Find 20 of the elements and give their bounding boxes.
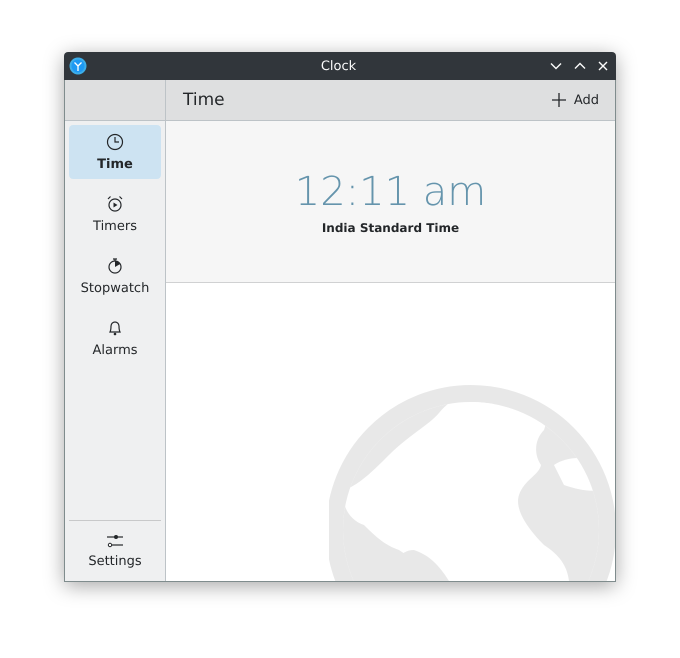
page-title: Time (183, 90, 225, 110)
minimize-icon[interactable] (550, 62, 562, 70)
stopwatch-icon (106, 256, 124, 274)
sidebar-item[interactable]: Stopwatch (69, 249, 161, 303)
settings-item[interactable]: Settings (69, 525, 161, 577)
sidebar-item[interactable]: Timers (69, 187, 161, 241)
maximize-icon[interactable] (574, 62, 586, 70)
add-button[interactable]: Add (550, 90, 601, 110)
timer-icon (106, 194, 124, 212)
sidebar-item[interactable]: Time (69, 125, 161, 179)
settings-icon (106, 534, 124, 548)
current-time: 12:11 am (294, 168, 486, 214)
clock-icon (106, 132, 124, 150)
window-title: Clock (320, 58, 358, 74)
timezone-label: India Standard Time (322, 220, 460, 234)
clock-app-icon (69, 57, 87, 75)
close-icon[interactable] (598, 61, 608, 71)
plus-icon (552, 93, 566, 107)
sidebar-item[interactable]: Alarms (69, 311, 161, 365)
bell-icon (106, 318, 124, 336)
